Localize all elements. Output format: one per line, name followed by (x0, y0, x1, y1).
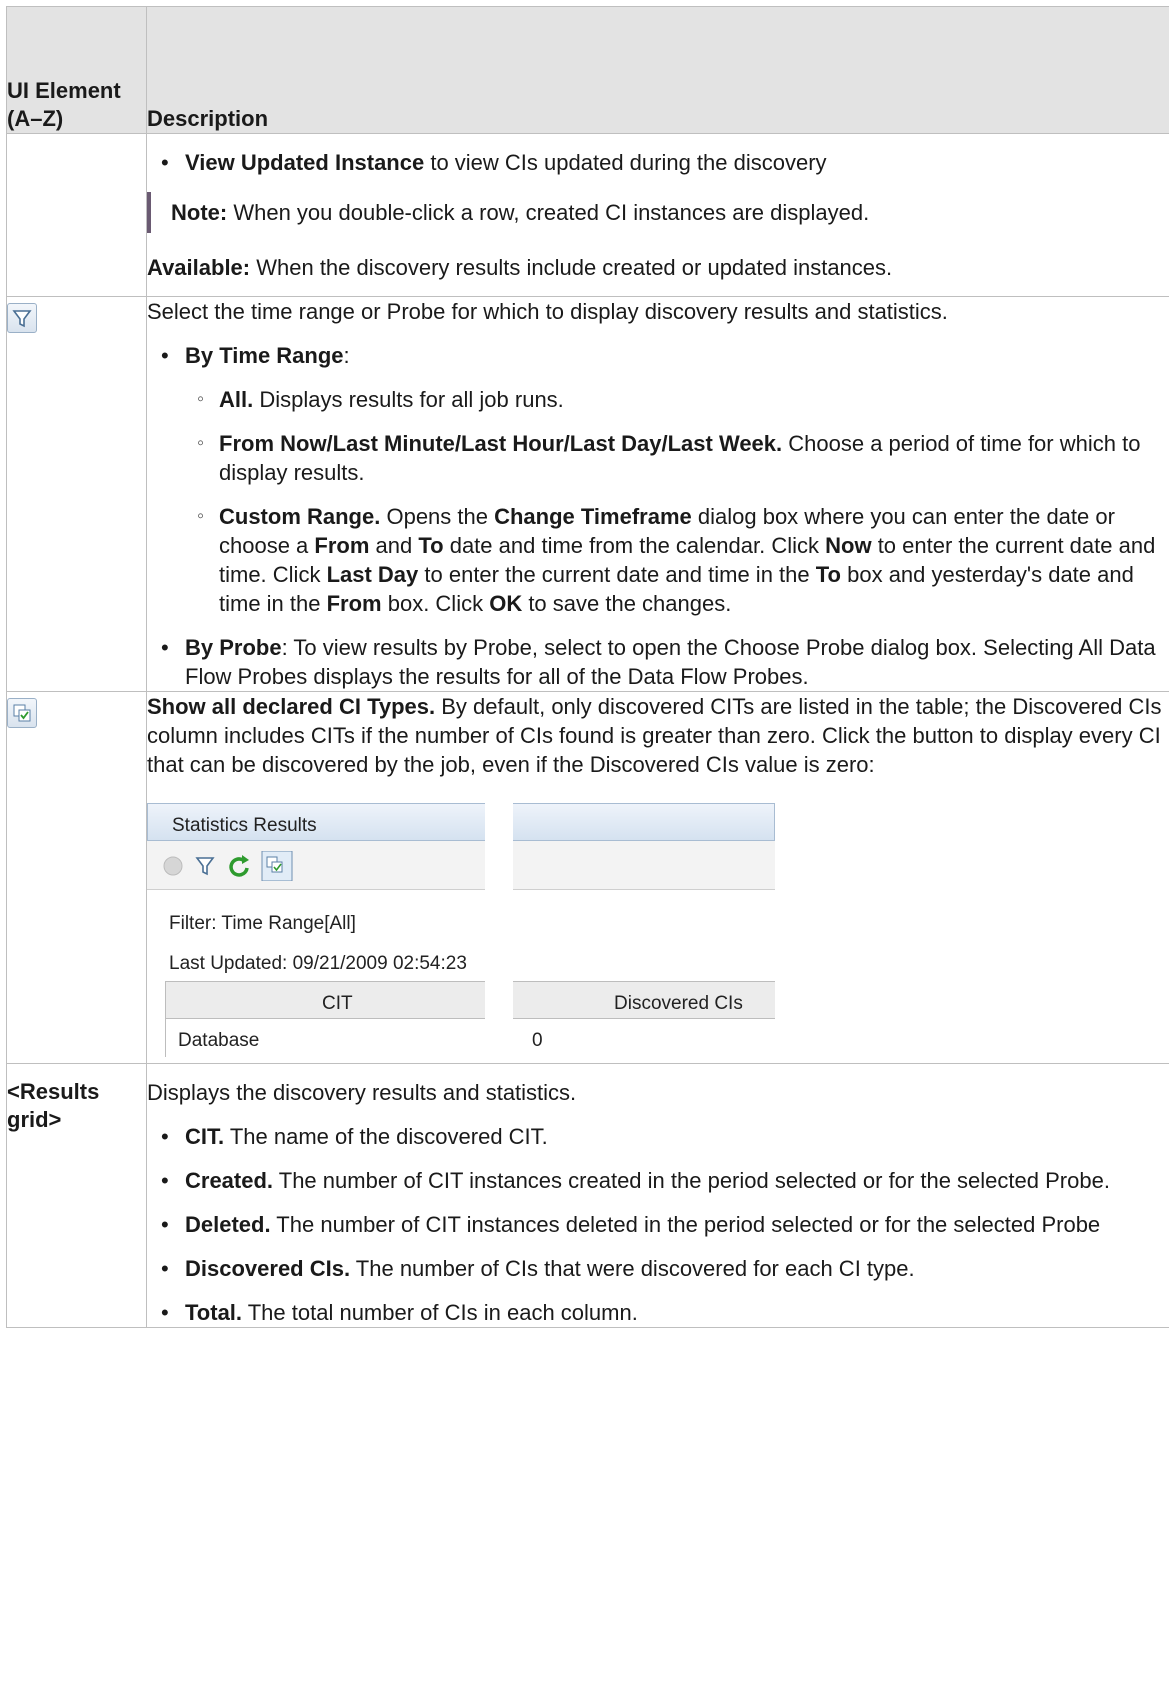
screenshot-col-discovered: Discovered CIs (614, 993, 743, 1014)
ui-element-cell: <Results grid> (6, 1063, 147, 1328)
screenshot-col-cit: CIT (322, 993, 353, 1014)
term: OK (489, 591, 523, 616)
description-cell: Select the time range or Probe for which… (146, 296, 1169, 692)
text: Opens the (380, 504, 495, 529)
screenshot-row-value: 0 (532, 1030, 543, 1051)
term: From (314, 533, 370, 558)
list-item: By Time Range: (147, 341, 1169, 370)
list-item: CIT. The name of the discovered CIT. (147, 1122, 1169, 1151)
term: Show all declared CI Types. (147, 694, 436, 719)
text: The name of the discovered CIT. (224, 1124, 548, 1149)
term: Total. (185, 1300, 243, 1325)
term: Deleted. (185, 1212, 271, 1237)
ui-element-label: <Results grid> (7, 1079, 100, 1132)
text: box. Click (381, 591, 490, 616)
screenshot-grid: CIT Discovered CIs Database 0 (165, 981, 775, 1057)
text: The number of CIT instances deleted in t… (270, 1212, 1101, 1237)
sub-list-item: From Now/Last Minute/Last Hour/Last Day/… (147, 429, 1169, 487)
text: : To view results by Probe, select to op… (185, 635, 1156, 689)
text: date and time from the calendar. Click (443, 533, 826, 558)
filter-icon (195, 857, 215, 876)
intro-text: Select the time range or Probe for which… (147, 299, 948, 324)
text: to save the changes. (522, 591, 732, 616)
ui-element-cell (6, 296, 147, 692)
term: To (418, 533, 444, 558)
sub-list-item: Custom Range. Opens the Change Timeframe… (147, 502, 1169, 618)
text: Displays results for all job runs. (253, 387, 564, 412)
table-row: <Results grid> Displays the discovery re… (6, 1063, 1169, 1328)
ui-element-cell (6, 133, 147, 297)
note-text: When you double-click a row, created CI … (227, 200, 870, 225)
term: From (326, 591, 382, 616)
term: By Probe (185, 635, 282, 660)
term: View Updated Instance (185, 150, 425, 175)
intro-text: Displays the discovery results and stati… (147, 1080, 577, 1105)
text: When the discovery results include creat… (250, 255, 893, 280)
screenshot-filter-text: Filter: Time Range[All] (169, 913, 356, 934)
availability-text: Available: When the discovery results in… (147, 253, 1169, 282)
term: From Now/Last Minute/Last Hour/Last Day/… (219, 431, 783, 456)
sub-list-item: All. Displays results for all job runs. (147, 385, 1169, 414)
text: to enter the current date and time in th… (418, 562, 816, 587)
text: to view CIs updated during the discovery (424, 150, 827, 175)
list-item: View Updated Instance to view CIs update… (147, 148, 1169, 177)
text: : (343, 343, 350, 368)
screenshot-toolbar (147, 841, 775, 890)
description-cell: View Updated Instance to view CIs update… (146, 133, 1169, 297)
description-cell: Show all declared CI Types. By default, … (146, 691, 1169, 1064)
term: Last Day (326, 562, 419, 587)
table-row: View Updated Instance to view CIs update… (6, 133, 1169, 297)
header-description: Description (146, 6, 1169, 134)
table-row: Select the time range or Probe for which… (6, 296, 1169, 692)
filter-icon[interactable] (7, 303, 37, 333)
ui-elements-table: UI Element (A–Z) Description View Update… (6, 6, 1169, 1328)
description-text: Show all declared CI Types. By default, … (147, 692, 1169, 779)
description-cell: Displays the discovery results and stati… (146, 1063, 1169, 1328)
show-declared-types-icon[interactable] (7, 698, 37, 728)
list-item: Total. The total number of CIs in each c… (147, 1298, 1169, 1327)
text: The number of CIs that were discovered f… (350, 1256, 915, 1281)
term: Custom Range. (219, 504, 381, 529)
screenshot-title-bar: Statistics Results (147, 803, 775, 841)
note-label: Note: (171, 200, 228, 225)
term: By Time Range (185, 343, 344, 368)
term: Change Timeframe (494, 504, 692, 529)
torn-edge (485, 803, 513, 1057)
list-item: Discovered CIs. The number of CIs that w… (147, 1254, 1169, 1283)
screenshot-row-cit: Database (178, 1030, 260, 1051)
table-row: Show all declared CI Types. By default, … (6, 691, 1169, 1064)
table-header-row: UI Element (A–Z) Description (6, 6, 1169, 134)
term: All. (219, 387, 254, 412)
term: Available: (147, 255, 251, 280)
show-declared-types-icon (261, 851, 293, 881)
term: To (815, 562, 841, 587)
disabled-view-icon (163, 856, 183, 876)
list-item: Created. The number of CIT instances cre… (147, 1166, 1169, 1195)
screenshot-title: Statistics Results (172, 815, 317, 836)
text: and (369, 533, 419, 558)
list-item: By Probe: To view results by Probe, sele… (147, 633, 1169, 691)
header-description-label: Description (147, 106, 269, 131)
screenshot-updated-text: Last Updated: 09/21/2009 02:54:23 (169, 953, 467, 974)
header-ui-element: UI Element (A–Z) (6, 6, 147, 134)
term: CIT. (185, 1124, 225, 1149)
list-item: Deleted. The number of CIT instances del… (147, 1210, 1169, 1239)
ui-element-cell (6, 691, 147, 1064)
term: Now (825, 533, 872, 558)
refresh-icon (229, 855, 249, 877)
screenshot-grid-header: CIT Discovered CIs (166, 982, 775, 1019)
text: The total number of CIs in each column. (242, 1300, 638, 1325)
text: The number of CIT instances created in t… (273, 1168, 1110, 1193)
note-callout: Note: When you double-click a row, creat… (147, 192, 1169, 233)
statistics-results-screenshot: Statistics Results Filter: Time Range[Al… (147, 803, 775, 1057)
term: Created. (185, 1168, 274, 1193)
header-ui-element-label: UI Element (A–Z) (7, 78, 121, 131)
term: Discovered CIs. (185, 1256, 351, 1281)
